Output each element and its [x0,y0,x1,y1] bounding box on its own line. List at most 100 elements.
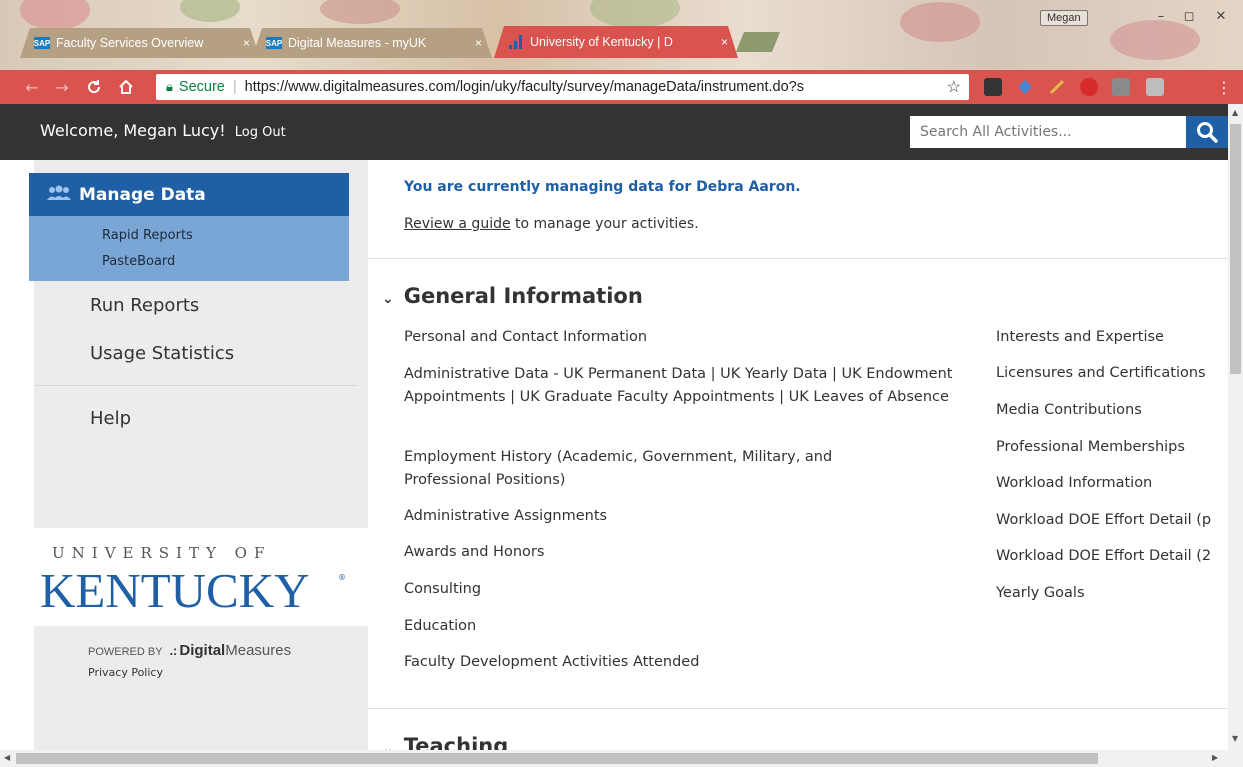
digital-measures-icon [508,36,524,48]
address-bar[interactable]: 🔒︎ Secure | https://www.digitalmeasures.… [156,74,969,100]
tab-digital-measures[interactable]: SAP Digital Measures - myUK × [252,28,492,58]
powered-by-text: POWERED BY [88,646,163,658]
minimize-button[interactable]: – [1148,8,1174,26]
main-content: You are currently managing data for Debr… [368,160,1228,750]
close-window-button[interactable]: ✕ [1208,8,1234,26]
divider [368,258,1228,259]
lock-icon: 🔒︎ [166,79,173,94]
scroll-right-icon[interactable]: ▶ [1212,753,1218,762]
section-teaching[interactable]: ⌄ Teaching [382,734,508,750]
extension-checklist-icon[interactable] [984,78,1002,96]
link-personal-contact-information[interactable]: Personal and Contact Information [404,326,964,349]
home-button[interactable] [114,75,138,99]
new-tab-button[interactable] [736,32,780,52]
background-decoration [1110,20,1200,60]
digital-measures-logo-icon: .: [169,643,178,658]
section-title: General Information [403,284,643,308]
review-guide-link[interactable]: Review a guide [404,216,511,232]
link-consulting[interactable]: Consulting [404,578,964,601]
digital-measures-logo-bold: Digital [179,642,226,659]
guide-text: Review a guide to manage your activities… [404,216,699,232]
link-administrative-data[interactable]: Administrative Data - UK Permanent Data … [404,363,964,409]
horizontal-scrollbar-thumb[interactable] [16,753,1098,764]
forward-button[interactable]: → [50,75,74,99]
sidebar-item-pasteboard[interactable]: PasteBoard [102,254,175,269]
chevron-down-icon: ⌄ [382,291,394,307]
url-text: https://www.digitalmeasures.com/login/uk… [244,79,804,95]
divider [34,385,358,386]
close-icon[interactable]: × [721,35,728,49]
vertical-scrollbar-thumb[interactable] [1230,124,1241,374]
background-decoration [20,0,90,30]
link-interests-expertise[interactable]: Interests and Expertise [996,326,1228,349]
separator: | [232,79,237,95]
sidebar-item-manage-data[interactable]: Manage Data [29,173,349,216]
background-decoration [320,0,400,24]
search-input[interactable] [910,116,1186,148]
link-awards-and-honors[interactable]: Awards and Honors [404,541,964,564]
vertical-scrollbar[interactable]: ▲ ▼ [1228,104,1243,750]
link-licensures-certifications[interactable]: Licensures and Certifications [996,362,1228,385]
guide-text-rest: to manage your activities. [510,216,699,232]
sidebar-item-usage-statistics[interactable]: Usage Statistics [90,343,234,364]
registered-mark: ® [338,573,346,582]
divider [368,708,1228,709]
sidebar-item-help[interactable]: Help [90,408,131,429]
close-icon[interactable]: × [475,36,482,50]
logout-link[interactable]: Log Out [235,125,286,140]
menu-kebab-icon[interactable]: ⋮ [1212,75,1236,99]
bookmark-star-icon[interactable]: ☆ [947,77,961,97]
welcome-message: Welcome, Megan Lucy! Log Out [40,121,286,140]
sidebar-item-rapid-reports[interactable]: Rapid Reports [102,228,193,243]
tab-title: Faculty Services Overview [56,36,204,50]
link-professional-memberships[interactable]: Professional Memberships [996,436,1228,459]
extension-shield-icon[interactable] [1080,78,1098,96]
logo-kentucky: KENTUCKY [40,563,310,618]
link-administrative-assignments[interactable]: Administrative Assignments [404,505,964,528]
home-icon [119,79,133,94]
extension-puzzle-icon[interactable] [1146,78,1164,96]
link-workload-information[interactable]: Workload Information [996,472,1228,495]
people-icon [47,185,71,205]
extension-gear-icon[interactable] [1112,78,1130,96]
reload-button[interactable] [82,75,106,99]
sidebar-item-run-reports[interactable]: Run Reports [90,295,199,316]
welcome-text: Welcome, Megan Lucy! [40,121,226,140]
chevron-down-icon: ⌄ [382,741,394,750]
horizontal-scrollbar[interactable]: ◀ ▶ [0,750,1243,767]
extension-diamond-icon[interactable] [1016,78,1034,96]
link-education[interactable]: Education [404,615,964,638]
section-title: Teaching [403,734,509,750]
link-workload-doe-effort-detail-2[interactable]: Workload DOE Effort Detail (2 [996,545,1228,568]
sidebar: Manage Data Rapid Reports PasteBoard Run… [29,160,368,750]
link-media-contributions[interactable]: Media Contributions [996,399,1228,422]
digital-measures-logo-light: Measures [225,642,292,659]
powered-by: POWERED BY .: DigitalMeasures [88,642,291,659]
sap-icon: SAP [265,38,283,48]
scroll-down-icon[interactable]: ▼ [1232,734,1238,743]
maximize-button[interactable]: ◻ [1176,8,1202,26]
search-button[interactable] [1186,116,1228,148]
manage-data-submenu: Rapid Reports PasteBoard [29,216,349,281]
link-yearly-goals[interactable]: Yearly Goals [996,582,1228,605]
extension-brush-icon[interactable] [1048,78,1066,96]
sap-icon: SAP [33,38,51,48]
link-workload-doe-effort-detail-p[interactable]: Workload DOE Effort Detail (p [996,509,1228,532]
university-logo: UNIVERSITY OF KENTUCKY ® [34,528,368,626]
close-icon[interactable]: × [243,36,250,50]
privacy-policy-link[interactable]: Privacy Policy [88,666,163,679]
section-general-information[interactable]: ⌄ General Information [382,284,643,308]
tab-faculty-services[interactable]: SAP Faculty Services Overview × [20,28,260,58]
profile-button[interactable]: Megan [1040,10,1088,26]
tab-university-of-kentucky[interactable]: University of Kentucky | D × [494,26,738,58]
back-button[interactable]: ← [20,75,44,99]
link-employment-history[interactable]: Employment History (Academic, Government… [404,446,894,492]
managing-data-notice: You are currently managing data for Debr… [404,179,801,195]
search-icon [1197,122,1218,143]
browser-titlebar: SAP Faculty Services Overview × SAP Digi… [0,0,1243,70]
scroll-left-icon[interactable]: ◀ [4,753,10,762]
link-faculty-development[interactable]: Faculty Development Activities Attended [404,651,964,674]
reload-icon [88,80,101,94]
background-decoration [900,2,980,42]
scroll-up-icon[interactable]: ▲ [1232,108,1238,117]
